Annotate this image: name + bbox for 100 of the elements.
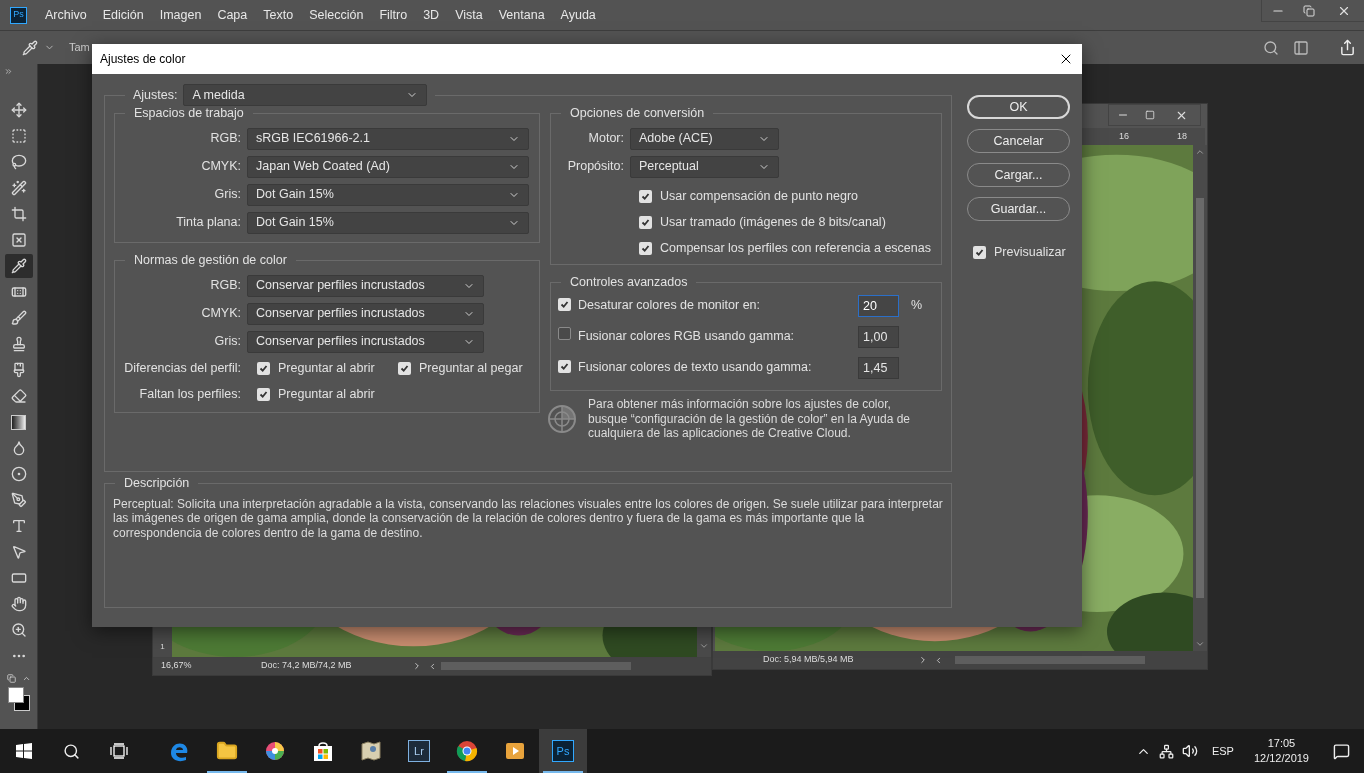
photoshop-logo: Ps <box>552 740 574 762</box>
share-icon[interactable] <box>1339 39 1356 56</box>
menu-item[interactable]: Capa <box>209 5 256 25</box>
number-field[interactable]: 1,45 <box>858 356 899 379</box>
chevron-down-icon <box>1195 639 1205 649</box>
zoom-icon <box>10 622 27 638</box>
number-field[interactable]: 1,00 <box>858 325 899 348</box>
dialog-button[interactable]: Cancelar <box>967 129 1070 153</box>
eyedropper-icon[interactable] <box>22 39 38 56</box>
swap-colors-icon[interactable] <box>21 674 31 683</box>
taskbar-app[interactable]: Ps <box>539 729 587 773</box>
tool-button[interactable] <box>4 254 33 278</box>
dropdown[interactable]: Japan Web Coated (Ad) <box>247 155 529 178</box>
menu-item[interactable]: Filtro <box>371 5 416 25</box>
task-view-icon[interactable] <box>110 743 128 759</box>
dropdown[interactable]: Conservar perfiles incrustados <box>247 330 484 353</box>
photoshop-logo: Ps <box>10 6 27 24</box>
checkbox[interactable] <box>398 362 411 376</box>
zoom-level[interactable]: 16,67% <box>161 659 261 673</box>
checkmark-icon <box>641 218 650 228</box>
bandage-icon <box>10 284 27 300</box>
scrollbar[interactable] <box>1193 145 1207 651</box>
media-player-icon <box>504 740 526 762</box>
menu-item[interactable]: Vista <box>447 5 491 25</box>
clock-time[interactable]: 17:05 <box>1267 736 1296 751</box>
clock-date[interactable]: 12/12/2019 <box>1253 751 1309 766</box>
frame-icon <box>10 232 27 248</box>
field-label: Faltan los perfiles: <box>138 386 241 404</box>
dropdown[interactable]: Dot Gain 15% <box>247 183 529 206</box>
hand-icon <box>10 596 27 612</box>
search-icon[interactable] <box>63 742 80 760</box>
menu-item[interactable]: Ventana <box>490 5 553 25</box>
circle-icon <box>10 466 27 482</box>
checkbox[interactable] <box>257 388 270 402</box>
dropdown[interactable]: Conservar perfiles incrustados <box>247 302 484 325</box>
help-text: Para obtener más información sobre los ajustes de color, busque “configuración de la gestión de color” en la Ayuda de cualquiera de las aplicaciones de Creative Cloud. <box>588 397 911 441</box>
lightroom-logo: Lr <box>408 740 430 762</box>
marquee-icon <box>10 128 27 144</box>
ruler-number: 1 <box>160 641 165 653</box>
checkbox[interactable] <box>558 298 571 312</box>
eyedropper-icon <box>10 258 27 274</box>
gradient-icon <box>11 414 26 430</box>
dropdown[interactable]: sRGB IEC61966-2.1 <box>247 127 529 150</box>
checkmark-icon <box>560 362 569 372</box>
doc-info: Doc: 74,2 MB/74,2 MB <box>261 659 352 673</box>
dropdown[interactable]: Adobe (ACE) <box>630 127 779 150</box>
taskbar-app[interactable]: Lr <box>395 729 443 773</box>
field-label: RGB: <box>209 130 241 148</box>
menu-item[interactable]: Texto <box>255 5 302 25</box>
checkbox[interactable] <box>558 327 571 341</box>
dropdown[interactable]: Perceptual <box>630 155 779 178</box>
checkmark-icon <box>641 192 650 202</box>
menu-item[interactable]: Archivo <box>37 5 95 25</box>
field-label: Diferencias del perfil: <box>123 360 241 378</box>
field-label: Ajustes: <box>133 86 178 104</box>
default-colors-icon[interactable] <box>6 674 16 683</box>
menu-item[interactable]: Imagen <box>151 5 210 25</box>
chevron-up-icon <box>1195 147 1205 157</box>
type-icon <box>10 518 27 534</box>
checkbox[interactable] <box>639 190 652 204</box>
checkbox[interactable] <box>558 360 571 374</box>
menu-item[interactable]: Selección <box>301 5 372 25</box>
running-indicator <box>207 771 247 773</box>
maximize-icon[interactable] <box>1145 110 1155 120</box>
checkbox-label: Fusionar colores RGB usando gamma: <box>578 328 796 346</box>
group-title: Normas de gestión de color <box>133 252 288 269</box>
menu-item[interactable]: Edición <box>94 5 152 25</box>
checkmark-icon <box>259 390 268 400</box>
dropdown[interactable]: A medida <box>183 84 428 106</box>
checkbox[interactable] <box>639 216 652 230</box>
field-label: Motor: <box>587 130 624 148</box>
doc-info: Doc: 5,94 MB/5,94 MB <box>763 653 854 667</box>
notification-icon[interactable] <box>1333 742 1350 760</box>
checkmark-icon <box>400 364 409 374</box>
expand-icon[interactable] <box>4 67 13 76</box>
network-icon[interactable] <box>1158 743 1174 759</box>
language-indicator[interactable]: ESP <box>1211 742 1234 760</box>
checkbox[interactable] <box>257 362 270 376</box>
color-swatches[interactable] <box>5 687 32 711</box>
dropdown[interactable]: Conservar perfiles incrustados <box>247 274 484 297</box>
field-label: CMYK: <box>200 158 241 176</box>
menu-item[interactable]: Ayuda <box>552 5 604 25</box>
volume-icon[interactable] <box>1181 743 1198 759</box>
field-label: Gris: <box>213 333 241 351</box>
unit-label: % <box>911 297 923 315</box>
restore-icon[interactable] <box>1303 5 1315 17</box>
stamp-icon <box>10 336 27 352</box>
checkbox[interactable] <box>973 245 986 259</box>
pointer-icon <box>10 544 27 560</box>
eraser-icon <box>10 388 27 404</box>
field-label: Gris: <box>213 186 241 204</box>
dialog-button[interactable]: OK <box>967 95 1070 119</box>
running-indicator <box>447 771 487 773</box>
checkbox-label: Usar compensación de punto negro <box>660 188 859 206</box>
menu-item[interactable]: 3D <box>415 5 448 25</box>
checkbox[interactable] <box>639 242 652 256</box>
number-field[interactable]: 20 <box>858 294 899 317</box>
workspace-icon[interactable] <box>1293 39 1309 56</box>
dropdown[interactable]: Dot Gain 15% <box>247 211 529 234</box>
field-label: Propósito: <box>566 158 624 176</box>
